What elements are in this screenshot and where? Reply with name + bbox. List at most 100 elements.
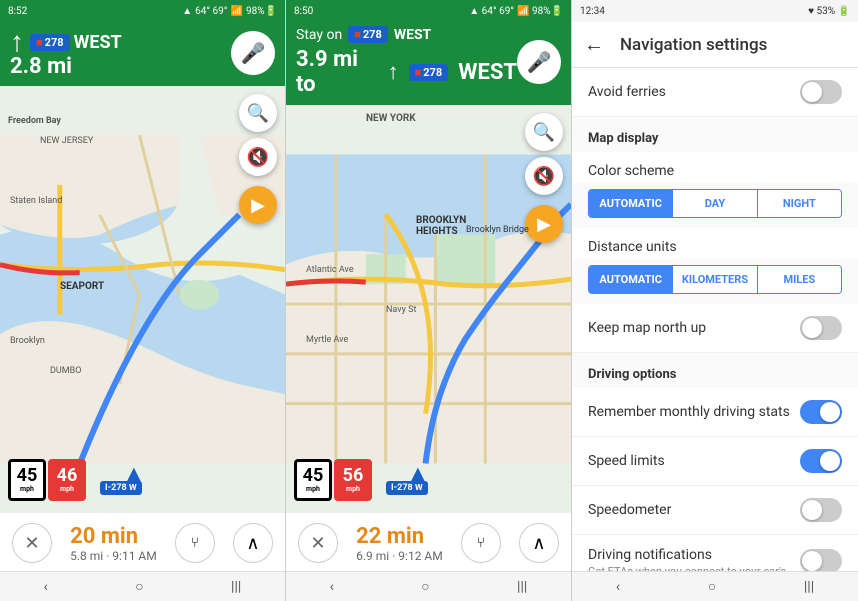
color-scheme-control: AUTOMATIC DAY NIGHT [588, 189, 842, 218]
monthly-stats-label: Remember monthly driving stats [588, 404, 790, 420]
speed-limit-2: 45 mph [294, 459, 332, 501]
map-area-1: 🔍 🔇 ▶ 45 mph 46 mph I-278 W ▲ Freedom Ba… [0, 86, 285, 513]
route-options-btn-2[interactable]: ⑂ [461, 523, 501, 563]
monthly-stats-toggle[interactable] [800, 400, 842, 424]
direction-info-2: Stay on ■ 278 WEST 3.9 mi to ↑ ■ 278 WES… [296, 26, 517, 97]
trip-detail-1: 5.8 mi · 9:11 AM [70, 549, 157, 563]
driving-notifications-row: Driving notifications Get ETAs when you … [572, 535, 858, 571]
sys-nav-settings: ‹ ○ ||| [572, 571, 858, 601]
color-day-btn[interactable]: DAY [673, 190, 757, 217]
voice-btn-2[interactable]: 🎤 [517, 40, 561, 84]
speed-limits-label: Speed limits [588, 453, 665, 469]
bottom-bar-2: ✕ 22 min 6.9 mi · 9:12 AM ⑂ ∧ [286, 513, 571, 571]
speed-sign-1: 45 mph 46 mph [8, 459, 86, 501]
label-navy-st: Navy St [386, 305, 416, 315]
color-night-btn[interactable]: NIGHT [758, 190, 841, 217]
expand-btn-2[interactable]: ∧ [519, 523, 559, 563]
keep-north-toggle[interactable] [800, 316, 842, 340]
avoid-ferries-toggle[interactable] [800, 80, 842, 104]
trip-time-1: 20 min [70, 524, 157, 549]
sys-back-2[interactable]: ‹ [310, 575, 354, 599]
speed-limits-toggle[interactable] [800, 449, 842, 473]
keep-north-label: Keep map north up [588, 320, 706, 336]
driving-notif-toggle[interactable] [800, 549, 842, 571]
sys-home-2[interactable]: ○ [401, 574, 449, 599]
keep-north-row: Keep map north up [572, 304, 858, 353]
map-area-2: 🔍 🔇 ▶ 45 mph 56 mph I-278 W ▲ NEW YORK B… [286, 105, 571, 513]
map-display-header: Map display [572, 117, 858, 152]
phone-panel-2: 8:50 ▲ 64° 69° 📶 98%🔋 Stay on ■ 278 WEST… [286, 0, 572, 601]
label-brooklyn: Brooklyn [10, 336, 45, 346]
speed-limit-1: 45 mph [8, 459, 46, 501]
speed-limits-row: Speed limits [572, 437, 858, 486]
sys-home-settings[interactable]: ○ [688, 574, 736, 599]
sys-back-1[interactable]: ‹ [24, 575, 68, 599]
dist-automatic-btn[interactable]: AUTOMATIC [589, 266, 673, 293]
speed-current-2: 56 mph [334, 459, 372, 501]
speedometer-label: Speedometer [588, 502, 671, 518]
trip-info-1: 20 min 5.8 mi · 9:11 AM [70, 524, 157, 563]
arrow-2: ↑ [388, 59, 399, 85]
direction-info-1: ↑ ■ 278 WEST 2.8 mi [10, 28, 122, 78]
label-seaport: SEAPORT [60, 281, 104, 292]
label-atlantic: Atlantic Ave [306, 265, 354, 275]
search-btn-1[interactable]: 🔍 [239, 94, 277, 132]
driving-notif-label: Driving notifications [588, 547, 800, 563]
settings-header: ← Navigation settings [572, 22, 858, 68]
speedometer-row: Speedometer [572, 486, 858, 535]
sys-nav-1: ‹ ○ ||| [0, 571, 285, 601]
settings-status-bar: 12:34 ♥ 53% 🔋 [572, 0, 858, 22]
direction-arrow-1: ↑ [10, 28, 24, 56]
status-icons-2: ▲ 64° 69° 📶 98%🔋 [469, 6, 563, 17]
route-badge-1: ■ 278 [30, 34, 70, 51]
status-bar-2: 8:50 ▲ 64° 69° 📶 98%🔋 [286, 0, 571, 22]
mute-btn-2[interactable]: 🔇 [525, 157, 563, 195]
route-options-btn-1[interactable]: ⑂ [175, 523, 215, 563]
close-btn-2[interactable]: ✕ [298, 523, 338, 563]
sys-home-1[interactable]: ○ [115, 574, 163, 599]
speed-sign-2: 45 mph 56 mph [294, 459, 372, 501]
speed-current-1: 46 mph [48, 459, 86, 501]
avoid-ferries-row: Avoid ferries [572, 68, 858, 117]
label-brooklyn-bridge: Brooklyn Bridge [466, 225, 529, 235]
label-freedom: Freedom Bay [8, 116, 61, 126]
mute-btn-1[interactable]: 🔇 [239, 138, 277, 176]
color-automatic-btn[interactable]: AUTOMATIC [589, 190, 673, 217]
settings-content: Avoid ferries Map display Color scheme A… [572, 68, 858, 571]
reroute-btn-2[interactable]: ▶ [525, 205, 563, 243]
distance-units-label: Distance units [588, 239, 677, 255]
voice-btn-1[interactable]: 🎤 [231, 31, 275, 75]
sys-back-settings[interactable]: ‹ [596, 575, 640, 599]
sys-recent-1[interactable]: ||| [211, 575, 261, 599]
settings-title: Navigation settings [620, 35, 767, 55]
nav-arrow-map-1: ▲ [120, 458, 148, 491]
label-myrtle: Myrtle Ave [306, 335, 348, 345]
monthly-stats-row: Remember monthly driving stats [572, 388, 858, 437]
label-brooklyn-heights: BROOKLYNHEIGHTS [416, 215, 466, 237]
dist-km-btn[interactable]: KILOMETERS [673, 266, 757, 293]
speedometer-toggle[interactable] [800, 498, 842, 522]
time-1: 8:52 [8, 6, 27, 17]
expand-btn-1[interactable]: ∧ [233, 523, 273, 563]
search-btn-2[interactable]: 🔍 [525, 113, 563, 151]
settings-panel: 12:34 ♥ 53% 🔋 ← Navigation settings Avoi… [572, 0, 858, 601]
mic-icon-2: 🎤 [527, 50, 552, 74]
bottom-bar-1: ✕ 20 min 5.8 mi · 9:11 AM ⑂ ∧ [0, 513, 285, 571]
trip-time-2: 22 min [356, 524, 443, 549]
distance-units-control: AUTOMATIC KILOMETERS MILES [588, 265, 842, 294]
label-new-york: NEW YORK [366, 113, 416, 124]
time-2: 8:50 [294, 6, 313, 17]
color-scheme-label: Color scheme [588, 163, 674, 179]
dist-miles-btn[interactable]: MILES [758, 266, 841, 293]
back-btn[interactable]: ← [584, 32, 604, 57]
nav-header-2: Stay on ■ 278 WEST 3.9 mi to ↑ ■ 278 WES… [286, 22, 571, 105]
avoid-ferries-label: Avoid ferries [588, 84, 666, 100]
sys-recent-2[interactable]: ||| [497, 575, 547, 599]
route-badge-2a: ■ 278 [348, 26, 388, 43]
sys-recent-settings[interactable]: ||| [784, 575, 834, 599]
sys-nav-2: ‹ ○ ||| [286, 571, 571, 601]
settings-time: 12:34 [580, 6, 605, 17]
reroute-btn-1[interactable]: ▶ [239, 186, 277, 224]
nav-header-1: ↑ ■ 278 WEST 2.8 mi 🎤 [0, 22, 285, 86]
close-btn-1[interactable]: ✕ [12, 523, 52, 563]
